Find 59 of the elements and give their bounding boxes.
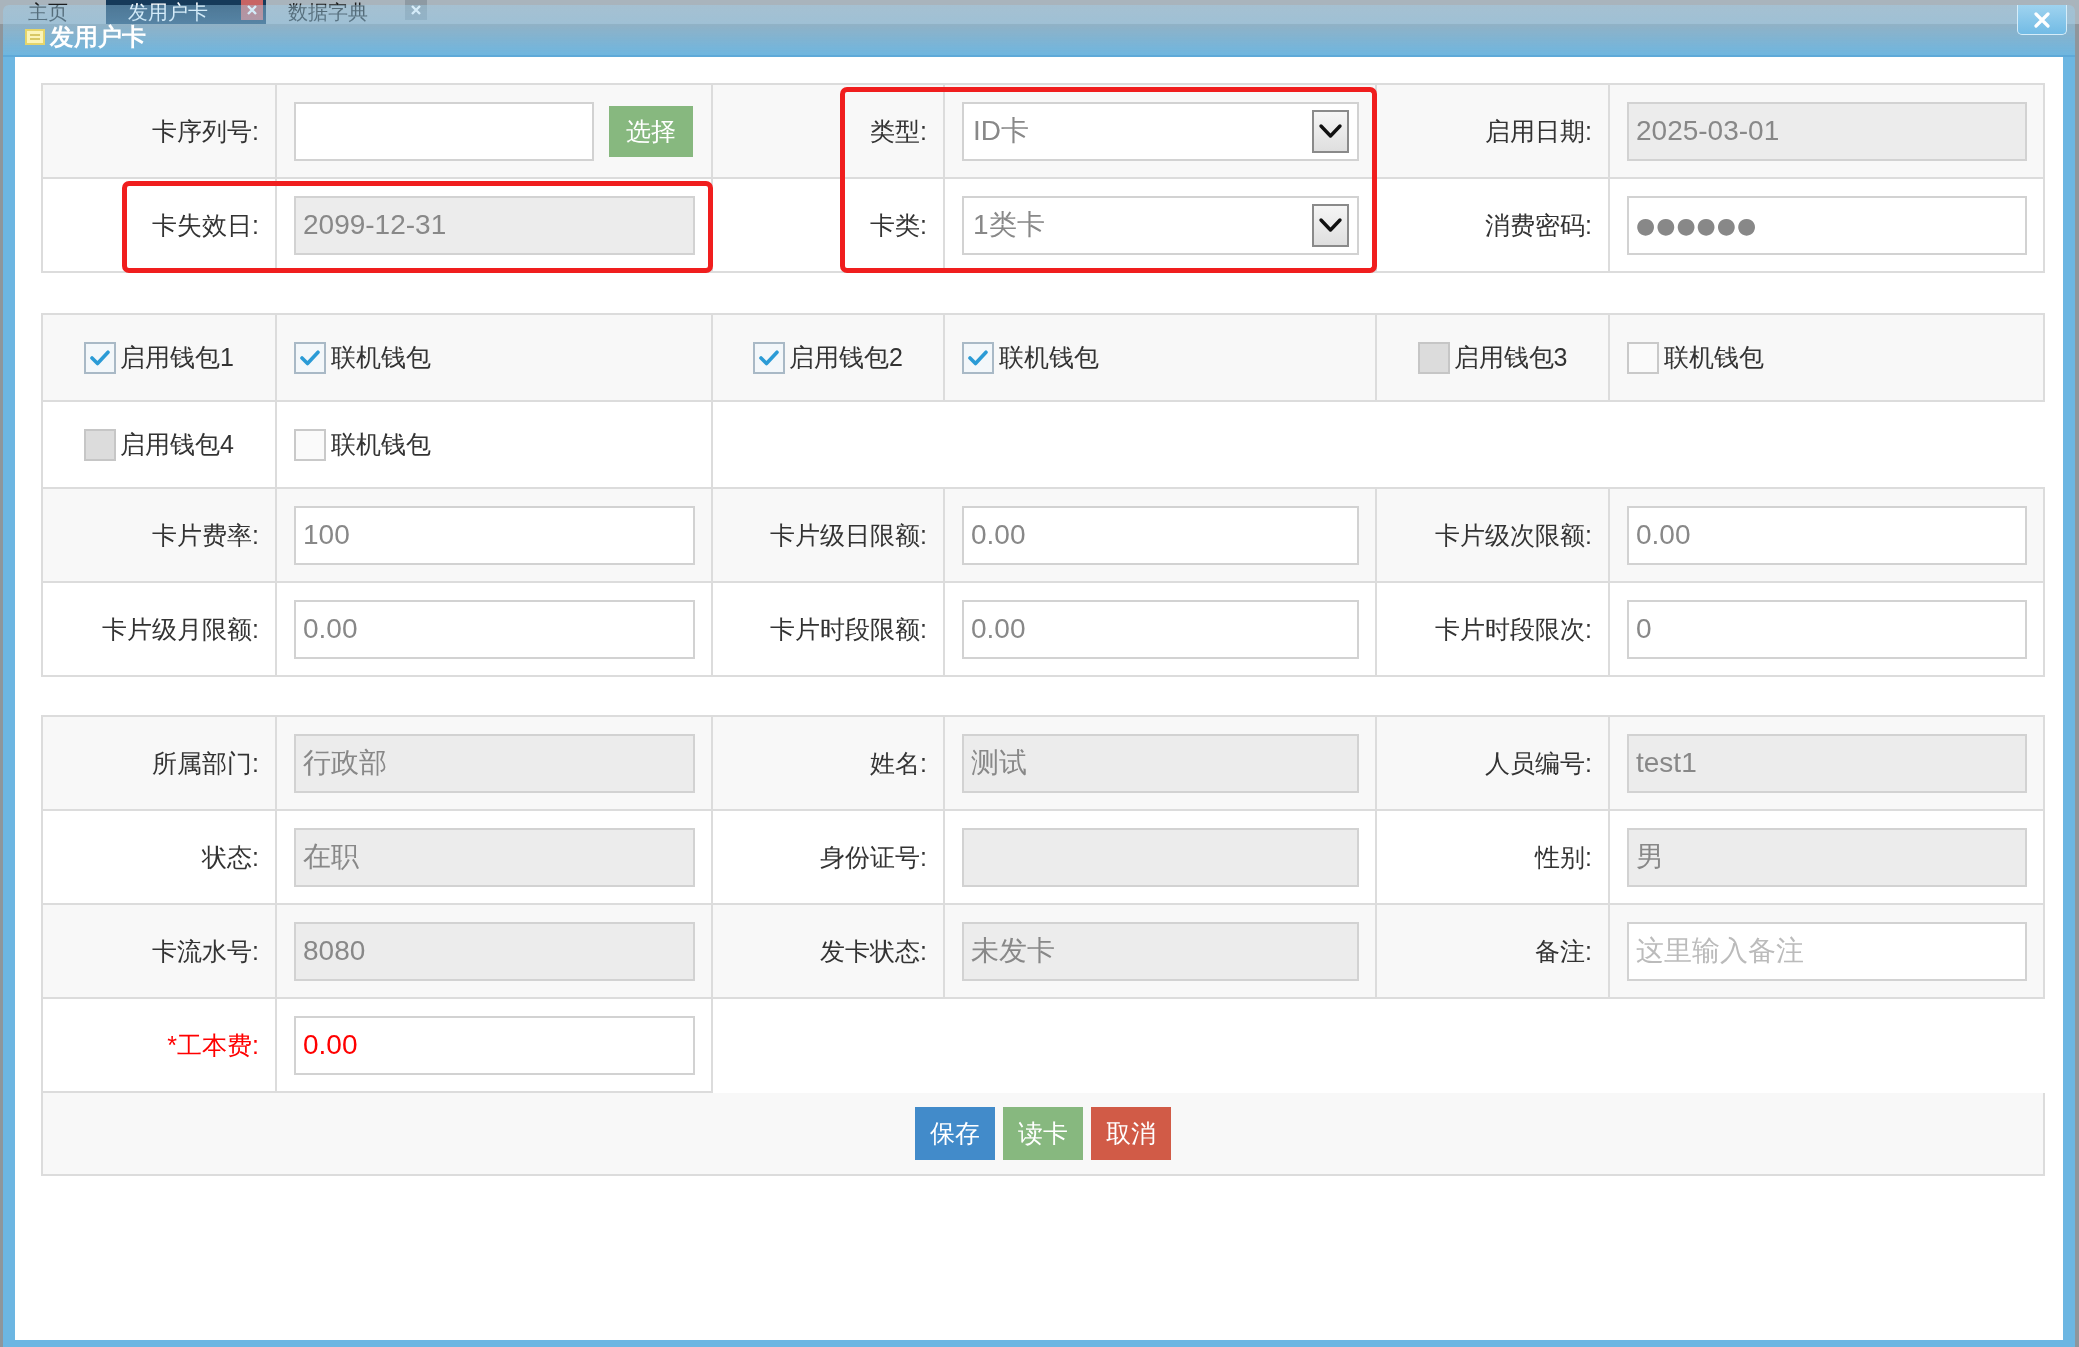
field-label: *工本费: bbox=[167, 1029, 259, 1061]
checkbox-label: 联机钱包 bbox=[1664, 342, 1764, 373]
password-field[interactable]: ●●●●●● bbox=[1627, 195, 2027, 255]
checkbox[interactable] bbox=[84, 341, 117, 374]
input-field[interactable]: 0 bbox=[1627, 599, 2027, 659]
field-label: 备注: bbox=[1535, 935, 1592, 967]
checkmark-icon bbox=[90, 349, 111, 366]
field-label: 消费密码: bbox=[1485, 209, 1592, 241]
checkbox-label: 启用钱包3 bbox=[1453, 342, 1568, 373]
checkbox-label: 联机钱包 bbox=[331, 342, 431, 373]
select-field[interactable]: ID卡 bbox=[962, 101, 1359, 161]
tab[interactable]: 主页 bbox=[6, 0, 106, 24]
choose-button[interactable]: 选择 bbox=[609, 105, 693, 157]
dialog-title: 发用户卡 bbox=[50, 25, 146, 49]
checkmark-icon bbox=[968, 349, 988, 366]
field-label: 类型: bbox=[870, 115, 927, 147]
field-label: 卡片时段限额: bbox=[770, 613, 927, 645]
field-label: 人员编号: bbox=[1485, 747, 1592, 779]
checkbox-label: 启用钱包1 bbox=[120, 342, 234, 373]
read-card-button[interactable]: 读卡 bbox=[1003, 1107, 1083, 1160]
checkbox[interactable] bbox=[753, 341, 786, 374]
field-label: 卡类: bbox=[870, 209, 927, 241]
field-label: 卡流水号: bbox=[152, 935, 259, 967]
close-button[interactable] bbox=[2017, 5, 2067, 35]
field-label: 发卡状态: bbox=[820, 935, 927, 967]
field-label: 性别: bbox=[1535, 841, 1592, 873]
close-icon bbox=[2034, 11, 2050, 28]
field-label: 卡片时段限次: bbox=[1435, 613, 1592, 645]
checkbox-label: 联机钱包 bbox=[331, 429, 431, 460]
field-label: 卡片级次限额: bbox=[1435, 519, 1592, 551]
checkbox-label: 启用钱包4 bbox=[120, 429, 234, 460]
checkmark-icon bbox=[300, 349, 320, 366]
checkbox-label: 联机钱包 bbox=[999, 342, 1099, 373]
field-label: 卡片级月限额: bbox=[102, 613, 259, 645]
field-label: 启用日期: bbox=[1485, 115, 1592, 147]
field-label: 所属部门: bbox=[152, 747, 259, 779]
field-label: 姓名: bbox=[870, 747, 927, 779]
field-label: 卡片费率: bbox=[152, 519, 259, 551]
checkbox[interactable] bbox=[294, 341, 326, 374]
input-field[interactable]: 这里输入备注 bbox=[1627, 921, 2027, 981]
checkbox[interactable] bbox=[962, 341, 994, 374]
field-label: 卡序列号: bbox=[152, 115, 259, 147]
field-label: 身份证号: bbox=[820, 841, 927, 873]
window-icon bbox=[25, 29, 45, 45]
input-field[interactable] bbox=[294, 101, 594, 161]
input-field[interactable]: 0.00 bbox=[294, 599, 695, 659]
input-field[interactable]: 0.00 bbox=[962, 505, 1359, 565]
input-field[interactable]: 0.00 bbox=[962, 599, 1359, 659]
checkbox-label: 启用钱包2 bbox=[789, 342, 903, 373]
checkmark-icon bbox=[759, 349, 780, 366]
select-field[interactable]: 1类卡 bbox=[962, 195, 1359, 255]
input-field[interactable]: 100 bbox=[294, 505, 695, 565]
input-field[interactable]: 0.00 bbox=[1627, 505, 2027, 565]
save-button[interactable]: 保存 bbox=[915, 1107, 995, 1160]
field-label: 卡失效日: bbox=[152, 209, 259, 241]
input-field[interactable]: 0.00 bbox=[294, 1015, 695, 1075]
field-label: 状态: bbox=[202, 841, 259, 873]
cancel-button[interactable]: 取消 bbox=[1091, 1107, 1171, 1160]
field-label: 卡片级日限额: bbox=[770, 519, 927, 551]
